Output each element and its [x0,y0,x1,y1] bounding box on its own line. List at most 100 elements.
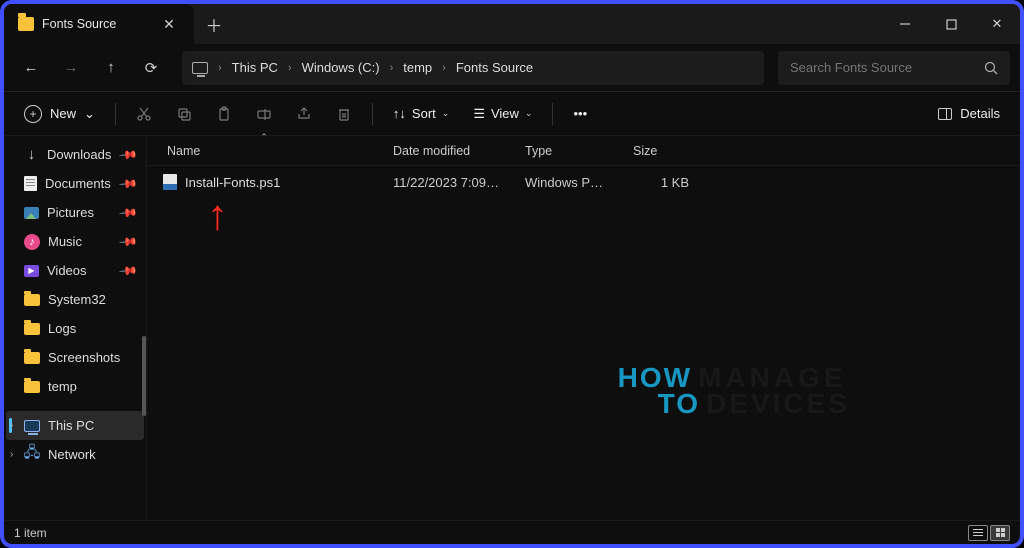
video-icon: ▶ [24,265,39,277]
refresh-button[interactable]: ⟳ [134,50,168,86]
pin-icon: 📌 [118,202,138,222]
file-type: Windows PowerS... [513,175,621,190]
tab-title: Fonts Source [42,17,116,31]
file-date: 11/22/2023 7:09 PM [381,175,513,190]
up-button[interactable]: ↑ [94,50,128,86]
breadcrumb-temp[interactable]: temp [403,60,432,75]
separator [115,103,116,125]
ps1-file-icon [163,174,177,190]
search-icon[interactable] [984,61,998,75]
breadcrumb-current[interactable]: Fonts Source [456,60,533,75]
chevron-down-icon: ⌄ [84,106,95,122]
sidebar-item-downloads[interactable]: ↓Downloads📌 [6,140,144,169]
pin-icon: 📌 [118,144,138,164]
plus-icon: + [24,105,42,123]
sidebar-item-temp[interactable]: temp [6,372,144,401]
new-label: New [50,106,76,121]
maximize-button[interactable] [928,4,974,44]
network-icon: 🖧 [24,448,40,462]
sort-label: Sort [412,106,436,121]
music-icon: ♪ [24,234,40,250]
copy-button[interactable] [166,99,202,129]
status-bar: 1 item [4,520,1020,544]
sidebar-item-system32[interactable]: System32 [6,285,144,314]
folder-icon [18,17,34,31]
document-icon [24,176,37,191]
sort-button[interactable]: ↑↓ Sort ⌄ [383,99,459,129]
file-name: Install-Fonts.ps1 [185,175,280,190]
cut-button[interactable] [126,99,162,129]
column-date[interactable]: Date modified [381,136,513,165]
search-input[interactable] [790,60,976,75]
explorer-window: Fonts Source ✕ ＋ ✕ ← → ↑ ⟳ › This PC › W… [0,0,1024,548]
column-size[interactable]: Size [621,136,701,165]
pin-icon: 📌 [118,173,138,193]
pc-icon [192,62,208,74]
sidebar-item-network[interactable]: ›🖧Network [6,440,144,469]
file-row[interactable]: Install-Fonts.ps1 11/22/2023 7:09 PM Win… [147,168,1020,196]
folder-icon [24,294,40,306]
view-button[interactable]: ☰ View ⌄ [463,99,542,129]
sidebar-item-music[interactable]: ♪Music📌 [6,227,144,256]
sidebar-item-pictures[interactable]: Pictures📌 [6,198,144,227]
sidebar-item-screenshots[interactable]: Screenshots [6,343,144,372]
delete-button[interactable] [326,99,362,129]
sidebar-item-logs[interactable]: Logs [6,314,144,343]
breadcrumb-drive[interactable]: Windows (C:) [302,60,380,75]
sort-icon: ↑↓ [393,106,406,121]
chevron-right-icon[interactable]: › [10,420,13,431]
titlebar: Fonts Source ✕ ＋ ✕ [4,4,1020,44]
separator [552,103,553,125]
navbar: ← → ↑ ⟳ › This PC › Windows (C:) › temp … [4,44,1020,92]
folder-icon [24,352,40,364]
pin-icon: 📌 [118,231,138,251]
column-headers: ⌃Name Date modified Type Size [147,136,1020,166]
tab-close-button[interactable]: ✕ [158,13,180,35]
download-icon: ↓ [24,147,39,162]
more-button[interactable]: ••• [563,99,597,129]
folder-icon [24,381,40,393]
view-label: View [491,106,519,121]
chevron-right-icon: › [288,62,292,74]
pin-icon: 📌 [118,260,138,280]
search-box[interactable] [778,51,1010,85]
file-size: 1 KB [621,175,701,190]
breadcrumb-bar[interactable]: › This PC › Windows (C:) › temp › Fonts … [182,51,764,85]
details-icon [938,108,952,120]
sidebar: ↓Downloads📌 Documents📌 Pictures📌 ♪Music📌… [4,136,146,520]
sidebar-item-this-pc[interactable]: ›This PC [6,411,144,440]
sidebar-item-documents[interactable]: Documents📌 [6,169,144,198]
forward-button[interactable]: → [54,50,88,86]
paste-button[interactable] [206,99,242,129]
view-icon: ☰ [473,106,485,122]
sidebar-item-videos[interactable]: ▶Videos📌 [6,256,144,285]
back-button[interactable]: ← [14,50,48,86]
details-pane-button[interactable]: Details [928,99,1010,129]
rename-button[interactable] [246,99,282,129]
share-button[interactable] [286,99,322,129]
toolbar: + New ⌄ ↑↓ Sort ⌄ ☰ View ⌄ ••• Details [4,92,1020,136]
minimize-button[interactable] [882,4,928,44]
details-label: Details [960,106,1000,121]
column-name[interactable]: ⌃Name [147,136,381,165]
picture-icon [24,207,39,219]
chevron-right-icon: › [442,62,446,74]
separator [372,103,373,125]
file-list: ⌃Name Date modified Type Size Install-Fo… [146,136,1020,520]
folder-icon [24,323,40,335]
chevron-right-icon: › [390,62,394,74]
item-count: 1 item [14,526,47,540]
details-view-button[interactable] [968,525,988,541]
chevron-right-icon[interactable]: › [10,449,13,460]
chevron-down-icon: ⌄ [442,108,450,119]
chevron-right-icon: › [218,62,222,74]
new-button[interactable]: + New ⌄ [14,99,105,129]
column-type[interactable]: Type [513,136,621,165]
sort-asc-icon: ⌃ [260,132,268,143]
icons-view-button[interactable] [990,525,1010,541]
window-tab[interactable]: Fonts Source ✕ [4,4,194,44]
new-tab-button[interactable]: ＋ [194,4,234,44]
breadcrumb-this-pc[interactable]: This PC [232,60,278,75]
close-button[interactable]: ✕ [974,4,1020,44]
pc-icon [24,420,40,432]
